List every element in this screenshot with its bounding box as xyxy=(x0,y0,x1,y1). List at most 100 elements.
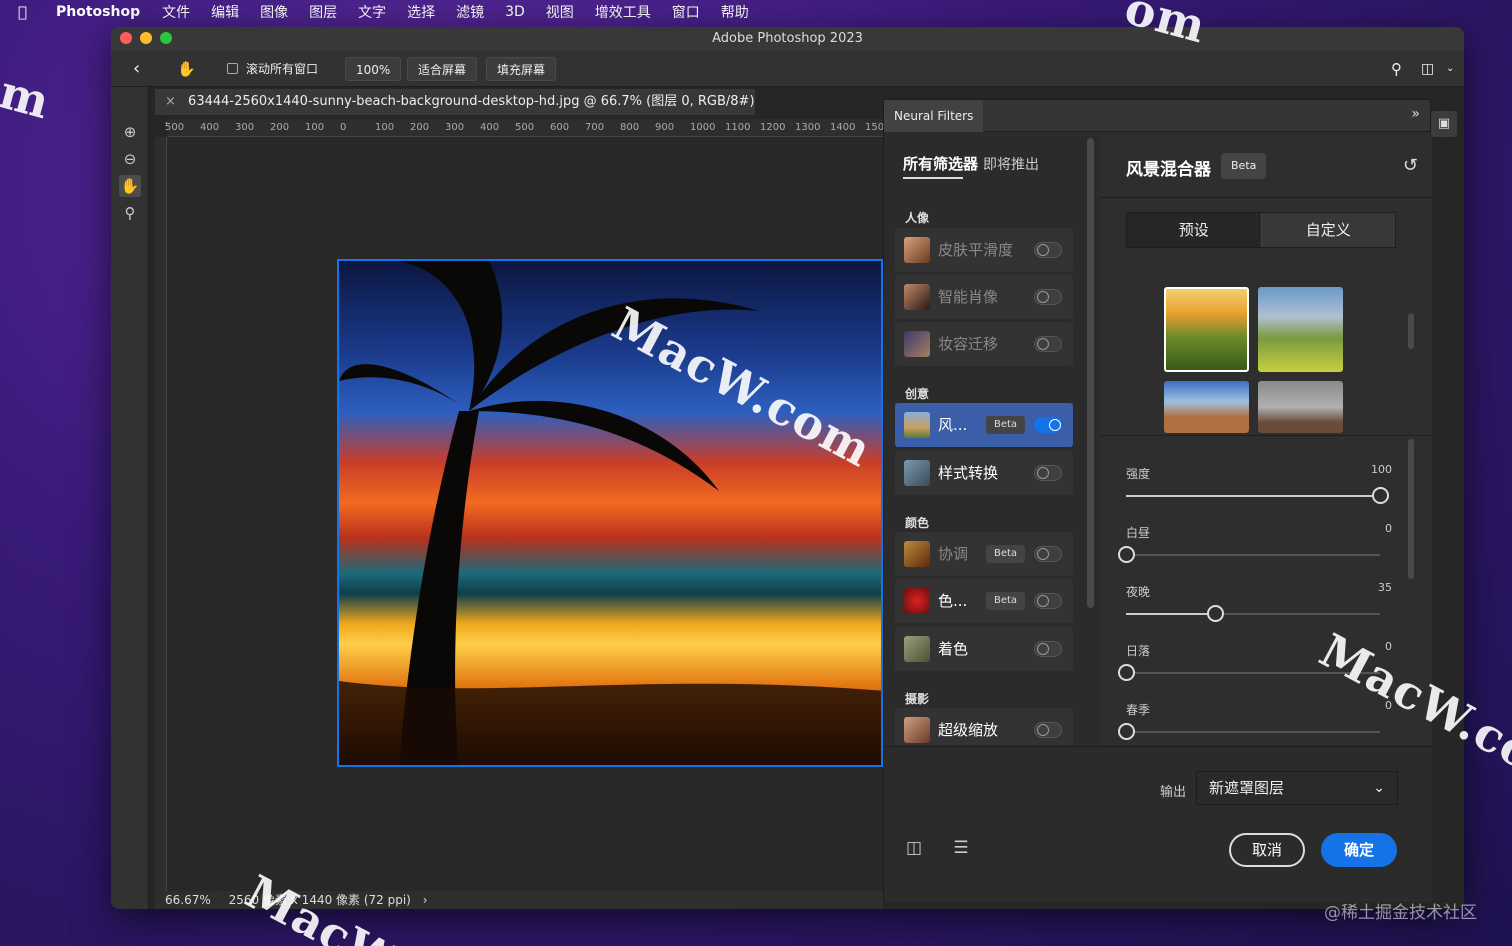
filter-toggle[interactable] xyxy=(1034,593,1062,609)
sliders-scrollbar[interactable] xyxy=(1408,439,1414,579)
output-select[interactable]: 新遮罩图层 ⌄ xyxy=(1196,771,1398,805)
neural-filters-tab[interactable]: Neural Filters xyxy=(884,100,984,132)
slider-knob[interactable] xyxy=(1118,664,1135,681)
menu-image[interactable]: 图像 xyxy=(260,2,288,22)
slider-label: 夜晚 xyxy=(1126,585,1151,599)
fill-screen-button[interactable]: 填充屏幕 xyxy=(486,57,557,81)
ok-button[interactable]: 确定 xyxy=(1321,833,1397,867)
beta-badge: Beta xyxy=(986,592,1026,610)
photoshop-window: Adobe Photoshop 2023 ‹ ✋ 滚动所有窗口 100% 适合屏… xyxy=(111,27,1464,909)
menu-help[interactable]: 帮助 xyxy=(721,2,749,22)
divider xyxy=(1100,197,1432,198)
slider-track[interactable] xyxy=(1126,605,1380,622)
menu-bar:  Photoshop 文件 编辑 图像 图层 文字 选择 滤镜 3D 视图 增… xyxy=(0,0,1512,24)
chevron-down-icon: ⌄ xyxy=(1373,780,1385,796)
preset-thumbnail[interactable] xyxy=(1258,381,1343,433)
horizontal-ruler: 500 400 300 200 100 0 100 200 300 400 500 600 700 800… xyxy=(165,119,887,137)
menu-layer[interactable]: 图层 xyxy=(309,2,337,22)
menu-file[interactable]: 文件 xyxy=(162,2,190,22)
zoom-tool-icon[interactable]: ⚲ xyxy=(119,202,141,224)
preset-thumbnail-selected[interactable] xyxy=(1164,287,1249,372)
fit-screen-button[interactable]: 适合屏幕 xyxy=(407,57,478,81)
tab-preset[interactable]: 预设 xyxy=(1127,213,1262,247)
checkbox-icon xyxy=(227,63,238,74)
filter-list-scrollbar[interactable] xyxy=(1087,138,1094,608)
menu-window[interactable]: 窗口 xyxy=(672,2,700,22)
filter-row-landscape-mixer[interactable]: 风... Beta xyxy=(895,403,1073,447)
panel-icon[interactable]: ▣ xyxy=(1431,111,1457,137)
slider-track[interactable] xyxy=(1126,487,1389,504)
filter-thumbnail xyxy=(904,717,930,743)
filter-toggle[interactable] xyxy=(1034,465,1062,481)
filter-row-skin-smoothing[interactable]: 皮肤平滑度 xyxy=(895,228,1073,272)
canvas-area[interactable] xyxy=(167,137,883,891)
tab-coming-soon[interactable]: 即将推出 xyxy=(983,154,1039,174)
filter-toggle[interactable] xyxy=(1034,722,1062,738)
slider-track[interactable] xyxy=(1118,723,1380,740)
document-tab[interactable]: × 63444-2560x1440-sunny-beach-background… xyxy=(155,89,755,135)
chevron-right-icon[interactable]: › xyxy=(423,893,428,907)
filter-toggle[interactable] xyxy=(1034,417,1062,433)
menu-app[interactable]: Photoshop xyxy=(56,4,140,20)
collapse-icon[interactable]: » xyxy=(1411,106,1420,122)
zoom-100-button[interactable]: 100% xyxy=(345,57,402,81)
chevron-down-icon[interactable]: ⌄ xyxy=(1446,57,1454,81)
slider-knob[interactable] xyxy=(1118,723,1135,740)
cancel-button[interactable]: 取消 xyxy=(1229,833,1305,867)
ruler-tick-label: 1100 xyxy=(725,122,751,133)
search-icon[interactable]: ⚲ xyxy=(1391,57,1402,81)
ruler-tick-label: 100 xyxy=(375,122,395,133)
filter-toggle[interactable] xyxy=(1034,336,1062,352)
compare-icon[interactable]: ◫ xyxy=(899,833,929,863)
slider-knob[interactable] xyxy=(1372,487,1389,504)
slider-knob[interactable] xyxy=(1206,605,1224,622)
filter-toggle[interactable] xyxy=(1034,242,1062,258)
reset-icon[interactable]: ↺ xyxy=(1403,155,1418,176)
layers-icon[interactable]: ☰ xyxy=(946,833,976,863)
slider-track[interactable] xyxy=(1118,546,1380,563)
menu-select[interactable]: 选择 xyxy=(407,2,435,22)
slider-label: 白昼 xyxy=(1126,526,1151,540)
zoom-in-tool-icon[interactable]: ⊕ xyxy=(119,121,141,143)
menu-edit[interactable]: 编辑 xyxy=(211,2,239,22)
preset-thumbnail[interactable] xyxy=(1164,381,1249,433)
preset-scrollbar[interactable] xyxy=(1408,313,1414,349)
zoom-window-button[interactable] xyxy=(160,32,172,44)
slider-label: 春季 xyxy=(1126,703,1151,717)
close-window-button[interactable] xyxy=(120,32,132,44)
filter-row-colorize[interactable]: 着色 xyxy=(895,627,1073,671)
tab-all-filters[interactable]: 所有筛选器 xyxy=(903,153,978,174)
back-icon[interactable]: ‹ xyxy=(133,57,140,81)
filter-row-super-zoom[interactable]: 超级缩放 xyxy=(895,708,1073,745)
filter-toggle[interactable] xyxy=(1034,289,1062,305)
filter-row-color-transfer[interactable]: 色... Beta xyxy=(895,579,1073,623)
slider-knob[interactable] xyxy=(1118,546,1135,563)
tab-custom[interactable]: 自定义 xyxy=(1261,213,1395,247)
filter-label: 皮肤平滑度 xyxy=(938,241,1014,259)
filter-row-style-transfer[interactable]: 样式转换 xyxy=(895,451,1073,495)
apple-icon[interactable]:  xyxy=(18,3,34,21)
menu-type[interactable]: 文字 xyxy=(358,2,386,22)
filter-toggle[interactable] xyxy=(1034,641,1062,657)
hand-tool-icon[interactable]: ✋ xyxy=(119,175,141,197)
filter-row-makeup-transfer[interactable]: 妆容迁移 xyxy=(895,322,1073,366)
filter-thumbnail xyxy=(904,541,930,567)
preset-custom-switch: 预设 自定义 xyxy=(1126,212,1396,248)
menu-view[interactable]: 视图 xyxy=(546,2,574,22)
ruler-tick-label: 600 xyxy=(550,122,570,133)
scroll-all-windows-checkbox[interactable]: 滚动所有窗口 xyxy=(227,57,318,81)
zoom-out-tool-icon[interactable]: ⊖ xyxy=(119,148,141,170)
menu-3d[interactable]: 3D xyxy=(505,4,525,20)
filter-row-harmonization[interactable]: 协调 Beta xyxy=(895,532,1073,576)
minimize-window-button[interactable] xyxy=(140,32,152,44)
preset-thumbnail[interactable] xyxy=(1258,287,1343,372)
filter-row-smart-portrait[interactable]: 智能肖像 xyxy=(895,275,1073,319)
beta-badge: Beta xyxy=(986,545,1026,563)
menu-filter[interactable]: 滤镜 xyxy=(456,2,484,22)
credit-watermark: @稀土掘金技术社区 xyxy=(1324,903,1477,923)
menu-plugins[interactable]: 增效工具 xyxy=(595,2,651,22)
hand-tool-icon[interactable]: ✋ xyxy=(177,57,196,81)
close-tab-icon[interactable]: × xyxy=(165,94,176,109)
filter-toggle[interactable] xyxy=(1034,546,1062,562)
workspace-icon[interactable]: ◫ xyxy=(1421,57,1434,81)
